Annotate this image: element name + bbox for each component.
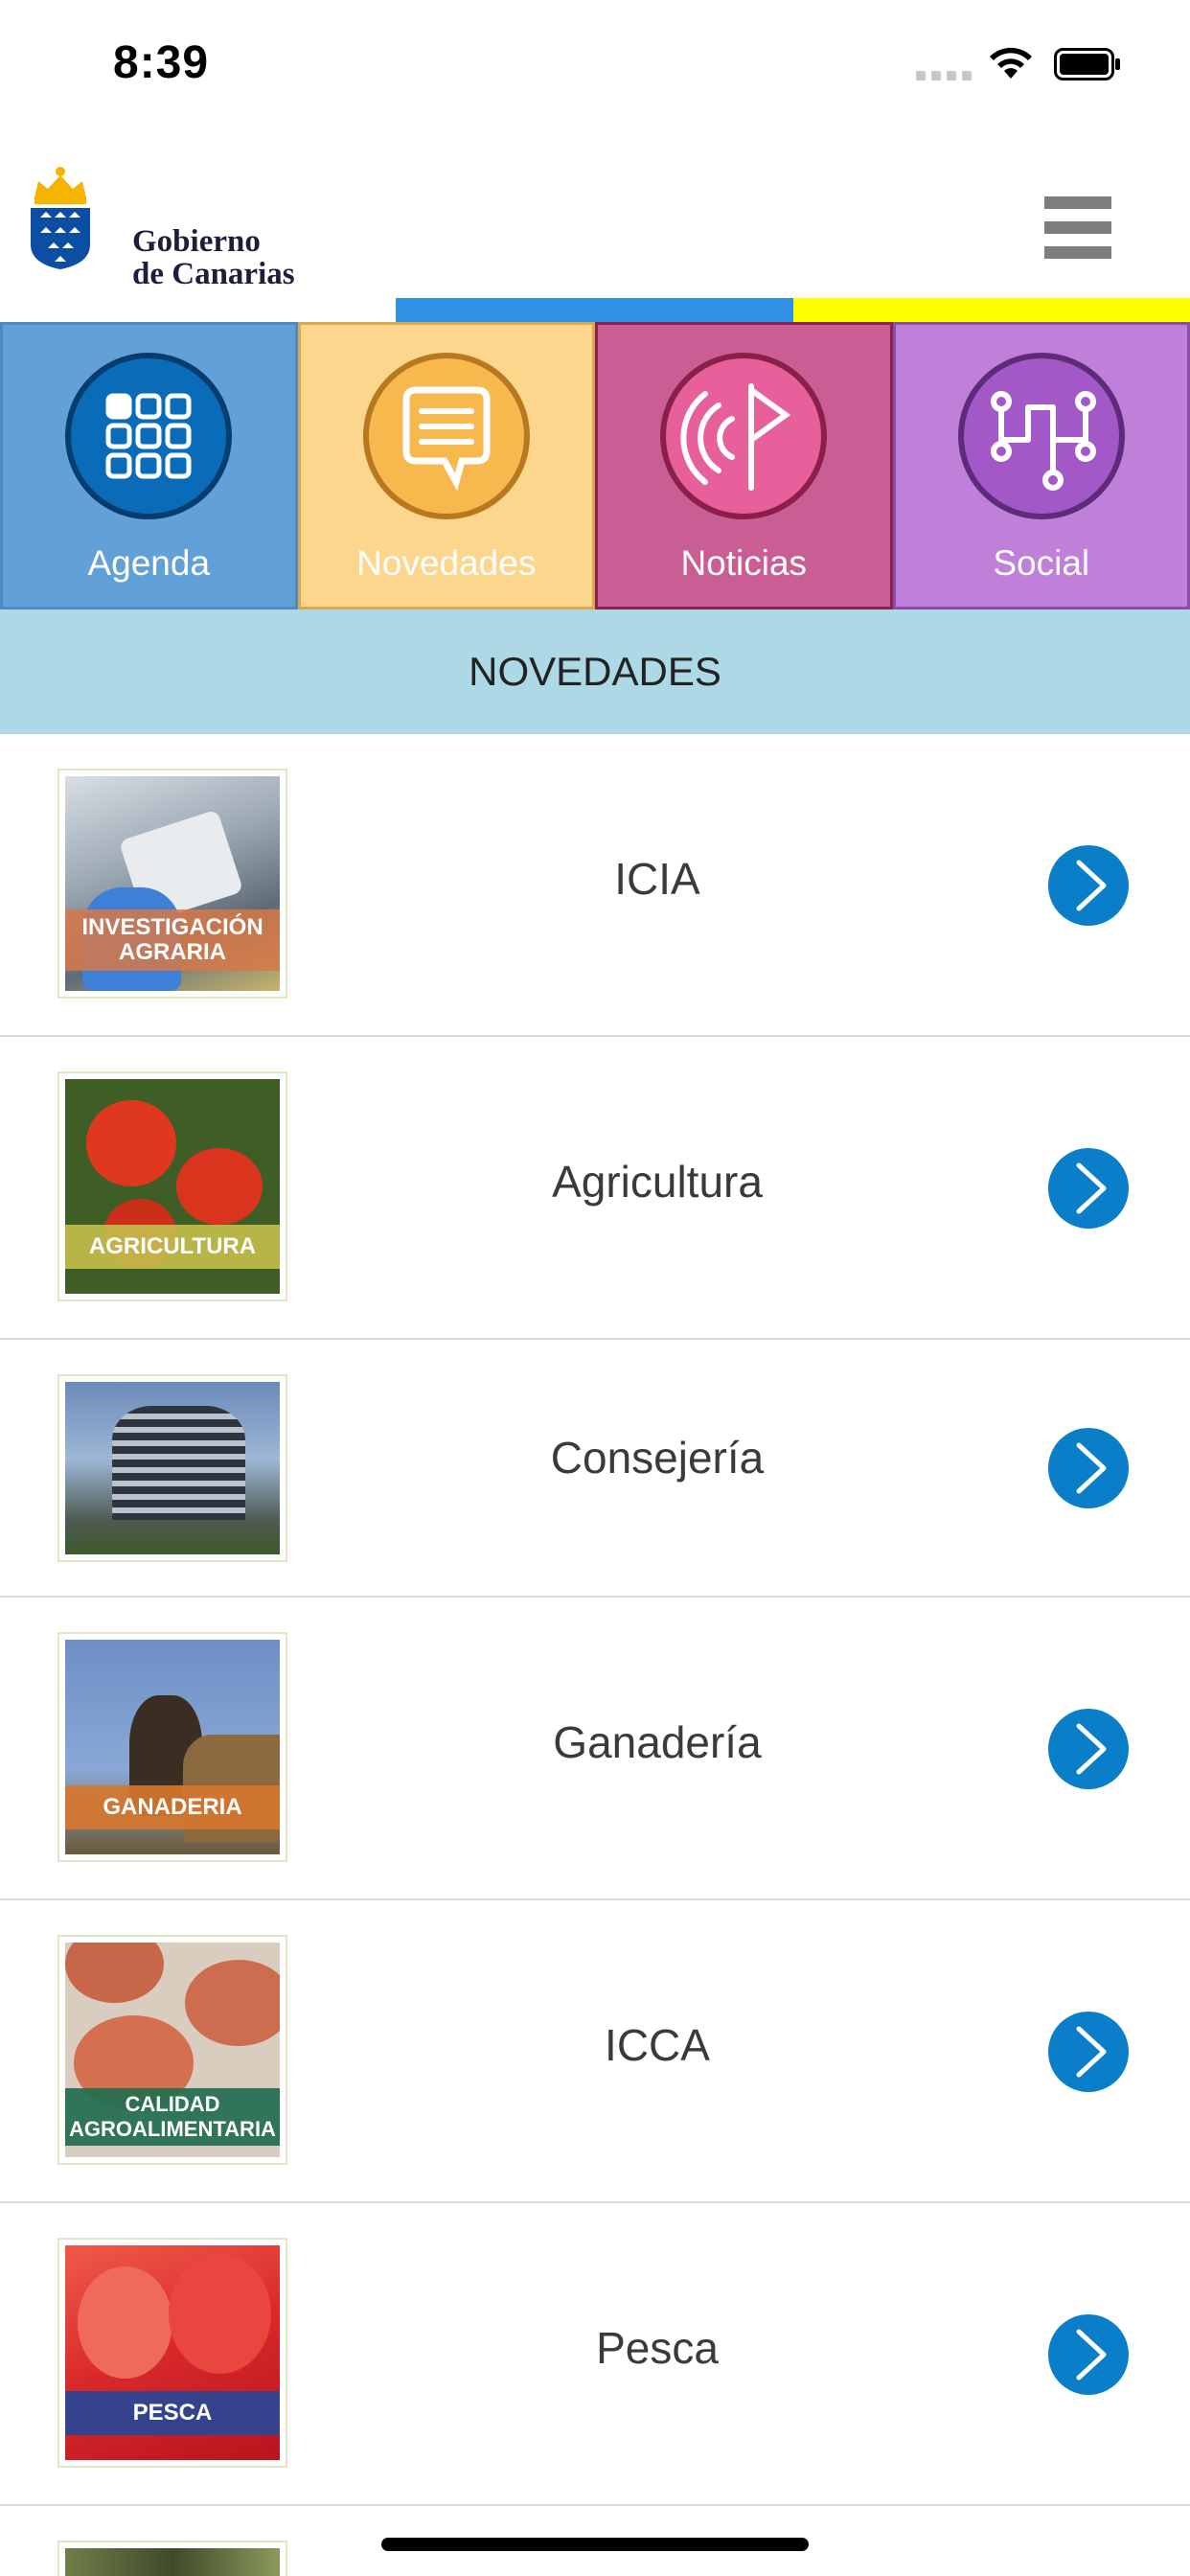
network-icon bbox=[957, 353, 1125, 519]
wifi-icon bbox=[990, 47, 1032, 79]
thumb-caption-icca: CALIDAD AGROALIMENTARIA bbox=[65, 2088, 280, 2147]
header-stripe-blue bbox=[396, 298, 793, 322]
list-item-icia[interactable]: INVESTIGACIÓN AGRARIA ICIA bbox=[0, 734, 1190, 1037]
logo-line-2: de Canarias bbox=[132, 257, 295, 291]
thumb-caption-agricultura: AGRICULTURA bbox=[65, 1225, 280, 1270]
header-stripe-yellow bbox=[793, 298, 1190, 322]
list-item-icca[interactable]: CALIDAD AGROALIMENTARIA ICCA bbox=[0, 1900, 1190, 2203]
list-item-label-ganaderia: Ganadería bbox=[553, 1717, 762, 1767]
tab-label-agenda: Agenda bbox=[87, 543, 211, 583]
thumbnail-partial bbox=[57, 2541, 287, 2576]
battery-icon bbox=[1054, 48, 1120, 80]
app-header: Gobierno de Canarias bbox=[0, 129, 1190, 297]
tab-social[interactable]: Social bbox=[892, 322, 1190, 610]
tab-noticias[interactable]: Noticias bbox=[595, 322, 893, 610]
coat-of-arms-icon bbox=[31, 167, 90, 269]
list-item-label-icia: ICIA bbox=[614, 854, 700, 904]
grid-icon bbox=[65, 353, 233, 519]
thumbnail-ganaderia: GANADERIA bbox=[57, 1632, 287, 1862]
flag-signal-icon bbox=[660, 353, 828, 519]
list-item-label-icca: ICCA bbox=[605, 2020, 710, 2070]
chevron-right-icon[interactable] bbox=[1046, 1707, 1131, 1791]
thumb-caption-icia: INVESTIGACIÓN AGRARIA bbox=[65, 908, 280, 971]
tab-label-novedades: Novedades bbox=[356, 543, 537, 583]
thumbnail-consejeria bbox=[57, 1374, 287, 1562]
home-indicator[interactable] bbox=[381, 2538, 809, 2551]
status-time: 8:39 bbox=[113, 37, 210, 88]
list-item-ganaderia[interactable]: GANADERIA Ganadería bbox=[0, 1598, 1190, 1900]
menu-bar-middle bbox=[1044, 221, 1111, 234]
thumb-caption-pesca: PESCA bbox=[65, 2391, 280, 2436]
category-tabs: Agenda Novedades Noticias Social bbox=[0, 322, 1190, 610]
logo-text: Gobierno de Canarias bbox=[132, 225, 295, 290]
thumbnail-agricultura: AGRICULTURA bbox=[57, 1071, 287, 1301]
tab-novedades[interactable]: Novedades bbox=[297, 322, 595, 610]
chevron-right-icon[interactable] bbox=[1046, 1146, 1131, 1230]
gobierno-canarias-logo[interactable]: Gobierno de Canarias bbox=[27, 156, 305, 290]
list-item-label-agricultura: Agricultura bbox=[552, 1157, 763, 1207]
tab-label-noticias: Noticias bbox=[680, 543, 808, 583]
list-item-agricultura[interactable]: AGRICULTURA Agricultura bbox=[0, 1037, 1190, 1340]
thumbnail-icca: CALIDAD AGROALIMENTARIA bbox=[57, 1935, 287, 2165]
list-item-label-consejeria: Consejería bbox=[550, 1433, 765, 1483]
hamburger-menu-button[interactable] bbox=[1044, 196, 1113, 260]
section-title: NOVEDADES bbox=[0, 610, 1190, 734]
chevron-right-icon[interactable] bbox=[1046, 1426, 1131, 1510]
chevron-right-icon[interactable] bbox=[1046, 843, 1131, 928]
thumb-caption-ganaderia: GANADERIA bbox=[65, 1785, 280, 1830]
menu-bar-top bbox=[1044, 196, 1111, 209]
tab-label-social: Social bbox=[993, 543, 1090, 583]
list-item-pesca[interactable]: PESCA Pesca bbox=[0, 2203, 1190, 2506]
menu-bar-bottom bbox=[1044, 246, 1111, 259]
novedades-list: INVESTIGACIÓN AGRARIA ICIA AGRICULTURA A… bbox=[0, 734, 1190, 2576]
thumbnail-icia: INVESTIGACIÓN AGRARIA bbox=[57, 769, 287, 999]
status-bar: 8:39 bbox=[0, 0, 1190, 129]
thumbnail-pesca: PESCA bbox=[57, 2238, 287, 2468]
list-item-consejeria[interactable]: Consejería bbox=[0, 1340, 1190, 1598]
chat-bubble-icon bbox=[362, 353, 530, 519]
chevron-right-icon[interactable] bbox=[1046, 2312, 1131, 2397]
logo-line-1: Gobierno bbox=[132, 224, 261, 259]
cellular-signal-icon bbox=[916, 71, 972, 80]
chevron-right-icon[interactable] bbox=[1046, 2010, 1131, 2094]
list-item-label-pesca: Pesca bbox=[596, 2323, 719, 2373]
tab-agenda[interactable]: Agenda bbox=[0, 322, 298, 610]
